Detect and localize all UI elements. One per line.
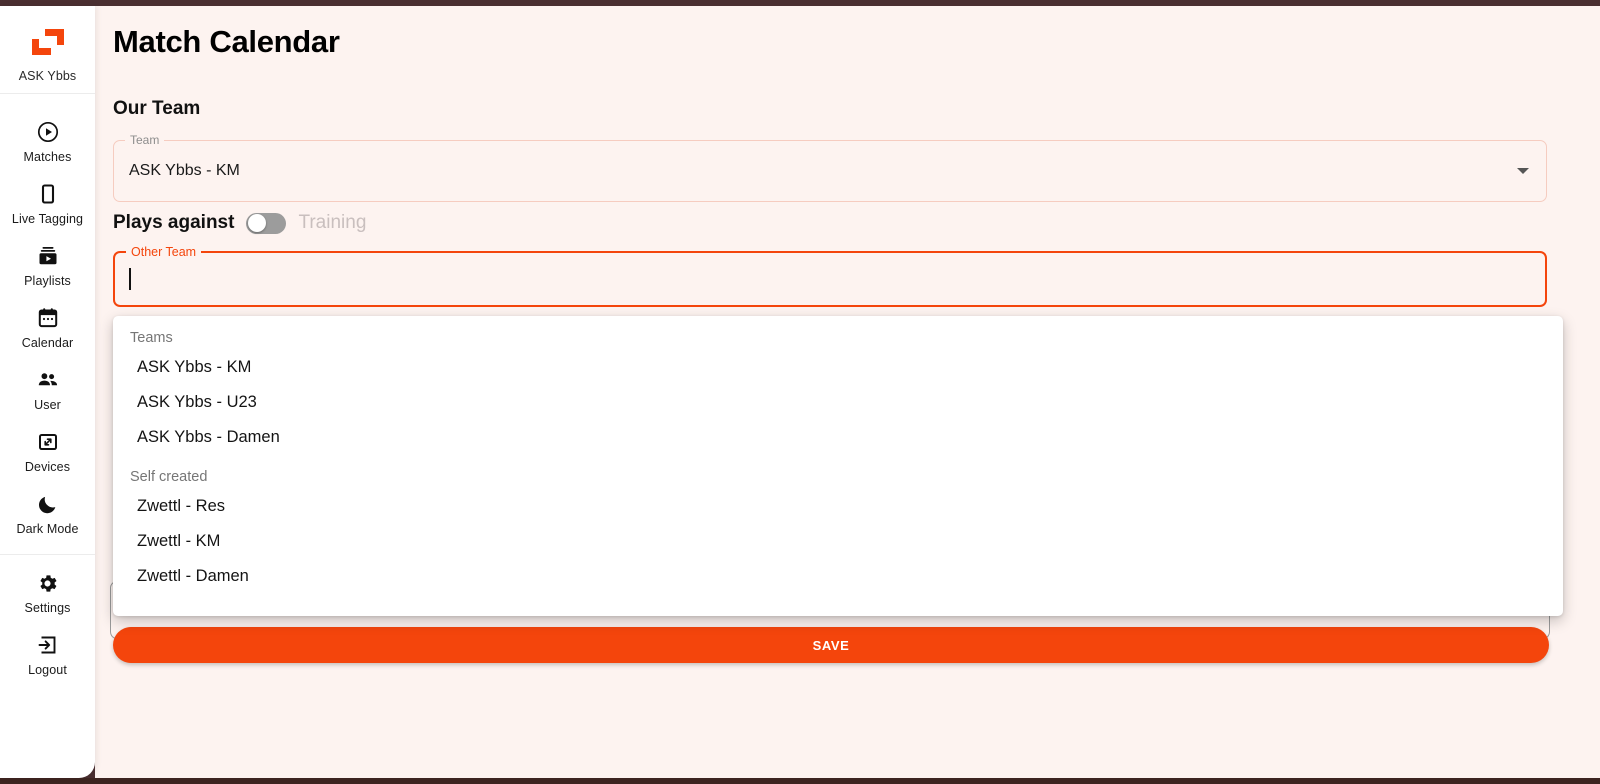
training-label: Training xyxy=(298,212,367,233)
training-toggle[interactable] xyxy=(246,212,287,234)
main-content: Match Calendar Our Team Team ASK Ybbs - … xyxy=(95,6,1600,778)
toggle-knob xyxy=(247,214,266,232)
sidebar-item-playlists[interactable]: Playlists xyxy=(0,234,95,296)
people-icon xyxy=(36,367,60,393)
brand-block: ASK Ybbs xyxy=(0,6,95,94)
dropdown-option[interactable]: ASK Ybbs - U23 xyxy=(113,385,1563,420)
text-caret xyxy=(129,268,131,290)
team-select-legend: Team xyxy=(125,133,165,147)
sidebar-item-label: Playlists xyxy=(24,274,71,288)
sidebar-item-dark-mode[interactable]: Dark Mode xyxy=(0,482,95,544)
phone-icon xyxy=(36,181,60,207)
other-team-input[interactable]: Other Team xyxy=(113,245,1547,307)
sidebar: ASK Ybbs Matches Live Tagging Playlists … xyxy=(0,6,95,778)
video-library-icon xyxy=(36,243,60,269)
sidebar-item-label: Devices xyxy=(24,460,71,474)
play-circle-icon xyxy=(36,119,60,145)
sidebar-item-logout[interactable]: Logout xyxy=(0,623,95,685)
sidebar-item-calendar[interactable]: Calendar xyxy=(0,296,95,358)
brand-name: ASK Ybbs xyxy=(18,69,77,83)
plays-against-row: Plays against Training xyxy=(113,212,366,234)
other-team-dropdown[interactable]: Teams ASK Ybbs - KM ASK Ybbs - U23 ASK Y… xyxy=(113,316,1563,616)
team-select-value: ASK Ybbs - KM xyxy=(129,162,240,179)
sidebar-item-settings[interactable]: Settings xyxy=(0,561,95,623)
sidebar-item-label: User xyxy=(34,398,61,412)
cast-screen-icon xyxy=(36,429,60,455)
plays-against-label: Plays against xyxy=(113,212,235,233)
page-title: Match Calendar xyxy=(113,24,340,59)
sidebar-nav: Matches Live Tagging Playlists Calendar … xyxy=(0,94,95,685)
other-team-legend: Other Team xyxy=(126,245,202,259)
dropdown-option[interactable]: ASK Ybbs - Damen xyxy=(113,420,1563,455)
dropdown-option[interactable]: ASK Ybbs - KM xyxy=(113,350,1563,385)
section-title-our-team: Our Team xyxy=(113,98,201,119)
calendar-icon xyxy=(36,305,60,331)
logout-arrow-icon xyxy=(36,632,60,658)
sidebar-item-label: Dark Mode xyxy=(16,522,79,536)
sidebar-item-label: Settings xyxy=(24,601,71,615)
sidebar-item-label: Logout xyxy=(28,663,67,677)
dropdown-option[interactable]: Zwettl - Res xyxy=(113,489,1563,524)
sidebar-item-matches[interactable]: Matches xyxy=(0,110,95,172)
sidebar-item-devices[interactable]: Devices xyxy=(0,420,95,482)
sidebar-item-user[interactable]: User xyxy=(0,358,95,420)
sidebar-item-label: Calendar xyxy=(21,336,74,350)
team-select[interactable]: Team ASK Ybbs - KM xyxy=(113,133,1547,202)
dropdown-group-label: Teams xyxy=(130,330,173,346)
sidebar-item-label: Live Tagging xyxy=(11,212,84,226)
chevron-down-icon[interactable] xyxy=(1517,168,1529,174)
save-button[interactable]: SAVE xyxy=(113,627,1549,663)
dropdown-option[interactable]: Zwettl - Damen xyxy=(113,559,1563,594)
dropdown-group-label: Self created xyxy=(130,469,208,485)
app-root: ASK Ybbs Matches Live Tagging Playlists … xyxy=(0,0,1600,784)
sidebar-divider xyxy=(0,554,95,555)
dropdown-option[interactable]: Zwettl - KM xyxy=(113,524,1563,559)
corner-brackets-logo-icon xyxy=(26,22,70,62)
bottom-rail xyxy=(0,778,1600,784)
gear-icon xyxy=(36,570,59,596)
sidebar-item-label: Matches xyxy=(23,150,72,164)
sidebar-item-live-tagging[interactable]: Live Tagging xyxy=(0,172,95,234)
moon-icon xyxy=(36,491,60,517)
